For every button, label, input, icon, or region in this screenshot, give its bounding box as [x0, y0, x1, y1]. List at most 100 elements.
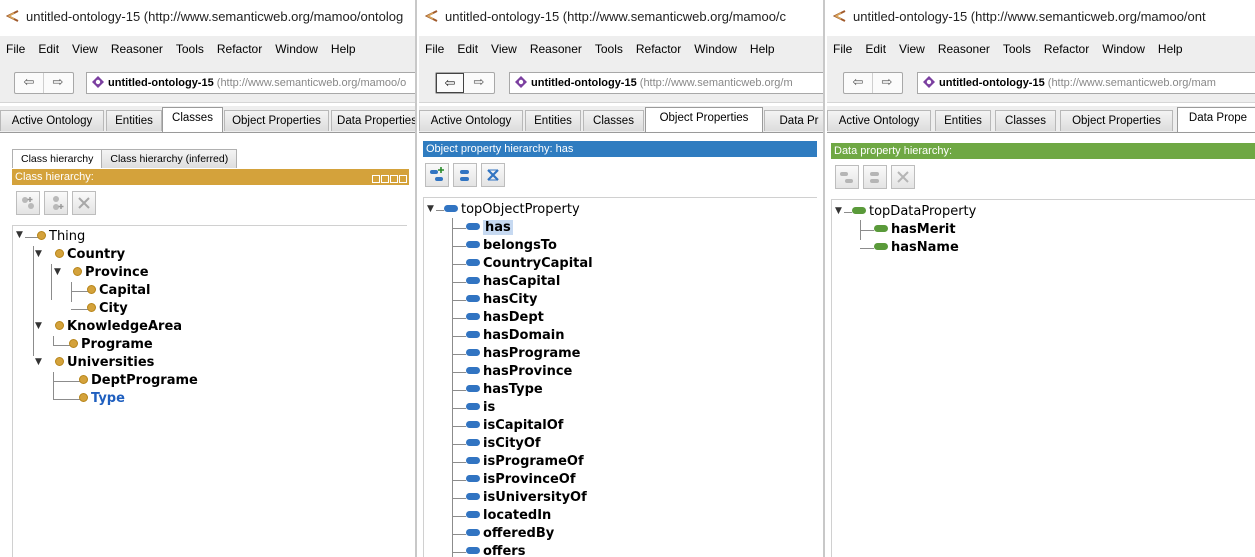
tree-node[interactable]: Universities — [55, 354, 154, 372]
tree-node[interactable]: hasCity — [466, 291, 537, 309]
add-sub-property-button[interactable] — [425, 163, 449, 187]
tree-node[interactable]: hasMerit — [874, 221, 956, 239]
forward-arrow-icon[interactable]: ⇨ — [465, 73, 493, 93]
menu-help[interactable]: Help — [1152, 36, 1190, 56]
tree-node[interactable]: isProgrameOf — [466, 453, 584, 471]
collapse-toggle-icon[interactable]: ▼ — [35, 321, 42, 331]
tree-node[interactable]: locatedIn — [466, 507, 551, 525]
tree-node[interactable]: hasType — [466, 381, 543, 399]
menu-window[interactable]: Window — [688, 36, 744, 56]
delete-property-button[interactable] — [891, 165, 915, 189]
tree-node[interactable]: is — [466, 399, 495, 417]
menu-tools[interactable]: Tools — [589, 36, 630, 56]
delete-property-button[interactable] — [481, 163, 505, 187]
menu-refactor[interactable]: Refactor — [1038, 36, 1096, 56]
menu-file[interactable]: File — [0, 36, 32, 56]
tab-object-properties[interactable]: Object Properties — [1060, 110, 1173, 131]
collapse-toggle-icon[interactable]: ▼ — [35, 249, 42, 259]
tree-node[interactable]: Country — [55, 246, 125, 264]
tree-node[interactable]: Province — [73, 264, 149, 282]
tab-entities[interactable]: Entities — [106, 110, 162, 131]
tab-object-properties[interactable]: Object Properties — [224, 110, 329, 131]
add-sibling-button[interactable] — [44, 191, 68, 215]
view-control-icon[interactable] — [399, 175, 407, 183]
forward-arrow-icon[interactable]: ⇨ — [44, 73, 72, 93]
tree-node[interactable]: Type — [79, 390, 125, 408]
tree-node[interactable]: CountryCapital — [466, 255, 593, 273]
tab-data-properties[interactable]: Data Pr — [764, 110, 823, 131]
menu-view[interactable]: View — [893, 36, 932, 56]
add-subclass-button[interactable] — [16, 191, 40, 215]
tab-classes[interactable]: Classes — [583, 110, 644, 131]
add-sibling-property-button[interactable] — [863, 165, 887, 189]
forward-arrow-icon[interactable]: ⇨ — [873, 73, 901, 93]
menu-tools[interactable]: Tools — [170, 36, 211, 56]
add-sibling-property-button[interactable] — [453, 163, 477, 187]
tab-classes[interactable]: Classes — [995, 110, 1056, 131]
tree-node[interactable]: has — [466, 219, 513, 237]
menu-help[interactable]: Help — [325, 36, 363, 56]
tab-entities[interactable]: Entities — [525, 110, 581, 131]
menu-tools[interactable]: Tools — [997, 36, 1038, 56]
tree-node[interactable]: hasCapital — [466, 273, 560, 291]
tab-active-ontology[interactable]: Active Ontology — [0, 110, 104, 131]
tree-node[interactable]: hasPrograme — [466, 345, 581, 363]
tree-node[interactable]: Thing — [37, 228, 85, 246]
collapse-toggle-icon[interactable]: ▼ — [16, 230, 23, 240]
tab-classes[interactable]: Classes — [162, 107, 223, 132]
tree-node[interactable]: hasDept — [466, 309, 544, 327]
menu-help[interactable]: Help — [744, 36, 782, 56]
back-arrow-icon[interactable]: ⇦ — [15, 73, 44, 93]
tab-object-properties[interactable]: Object Properties — [645, 107, 763, 132]
back-arrow-icon[interactable]: ⇦ — [436, 73, 464, 93]
tree-node[interactable]: Programe — [69, 336, 153, 354]
menu-window[interactable]: Window — [1096, 36, 1152, 56]
tree-node[interactable]: isCityOf — [466, 435, 541, 453]
ontology-address-field[interactable]: untitled-ontology-15 (http://www.semanti… — [917, 72, 1255, 94]
view-control-icon[interactable] — [381, 175, 389, 183]
menu-file[interactable]: File — [827, 36, 859, 56]
tree-node[interactable]: hasDomain — [466, 327, 565, 345]
tree-node[interactable]: hasProvince — [466, 363, 572, 381]
menu-view[interactable]: View — [485, 36, 524, 56]
tab-data-properties[interactable]: Data Prope — [1177, 107, 1255, 132]
delete-class-button[interactable] — [72, 191, 96, 215]
tree-node[interactable]: belongsTo — [466, 237, 557, 255]
tree-node[interactable]: hasName — [874, 239, 959, 257]
view-control-icon[interactable] — [390, 175, 398, 183]
ontology-address-field[interactable]: untitled-ontology-15 (http://www.semanti… — [86, 72, 415, 94]
menu-reasoner[interactable]: Reasoner — [524, 36, 589, 56]
tree-node[interactable]: offers — [466, 543, 525, 557]
menu-reasoner[interactable]: Reasoner — [932, 36, 997, 56]
tree-node[interactable]: isCapitalOf — [466, 417, 563, 435]
back-arrow-icon[interactable]: ⇦ — [844, 73, 873, 93]
subtab-class-hierarchy-inferred[interactable]: Class hierarchy (inferred) — [101, 149, 238, 168]
collapse-toggle-icon[interactable]: ▼ — [427, 204, 434, 214]
menu-reasoner[interactable]: Reasoner — [105, 36, 170, 56]
menu-file[interactable]: File — [419, 36, 451, 56]
add-sub-property-button[interactable] — [835, 165, 859, 189]
menu-refactor[interactable]: Refactor — [630, 36, 688, 56]
menu-edit[interactable]: Edit — [451, 36, 485, 56]
tree-node[interactable]: offeredBy — [466, 525, 554, 543]
ontology-address-field[interactable]: untitled-ontology-15 (http://www.semanti… — [509, 72, 823, 94]
tab-active-ontology[interactable]: Active Ontology — [827, 110, 931, 131]
tab-data-properties[interactable]: Data Properties — [331, 110, 415, 131]
tree-node[interactable]: topDataProperty — [852, 203, 976, 221]
menu-edit[interactable]: Edit — [859, 36, 893, 56]
tree-node[interactable]: isUniversityOf — [466, 489, 587, 507]
tree-node[interactable]: topObjectProperty — [444, 201, 580, 219]
tree-node[interactable]: City — [87, 300, 128, 318]
tree-node[interactable]: KnowledgeArea — [55, 318, 182, 336]
menu-refactor[interactable]: Refactor — [211, 36, 269, 56]
collapse-toggle-icon[interactable]: ▼ — [35, 357, 42, 367]
tree-node[interactable]: Capital — [87, 282, 151, 300]
tab-entities[interactable]: Entities — [935, 110, 991, 131]
collapse-toggle-icon[interactable]: ▼ — [54, 267, 61, 277]
collapse-toggle-icon[interactable]: ▼ — [835, 206, 842, 216]
view-control-icon[interactable] — [372, 175, 380, 183]
tree-node[interactable]: isProvinceOf — [466, 471, 575, 489]
tree-node[interactable]: DeptPrograme — [79, 372, 198, 390]
menu-edit[interactable]: Edit — [32, 36, 66, 56]
tab-active-ontology[interactable]: Active Ontology — [419, 110, 523, 131]
